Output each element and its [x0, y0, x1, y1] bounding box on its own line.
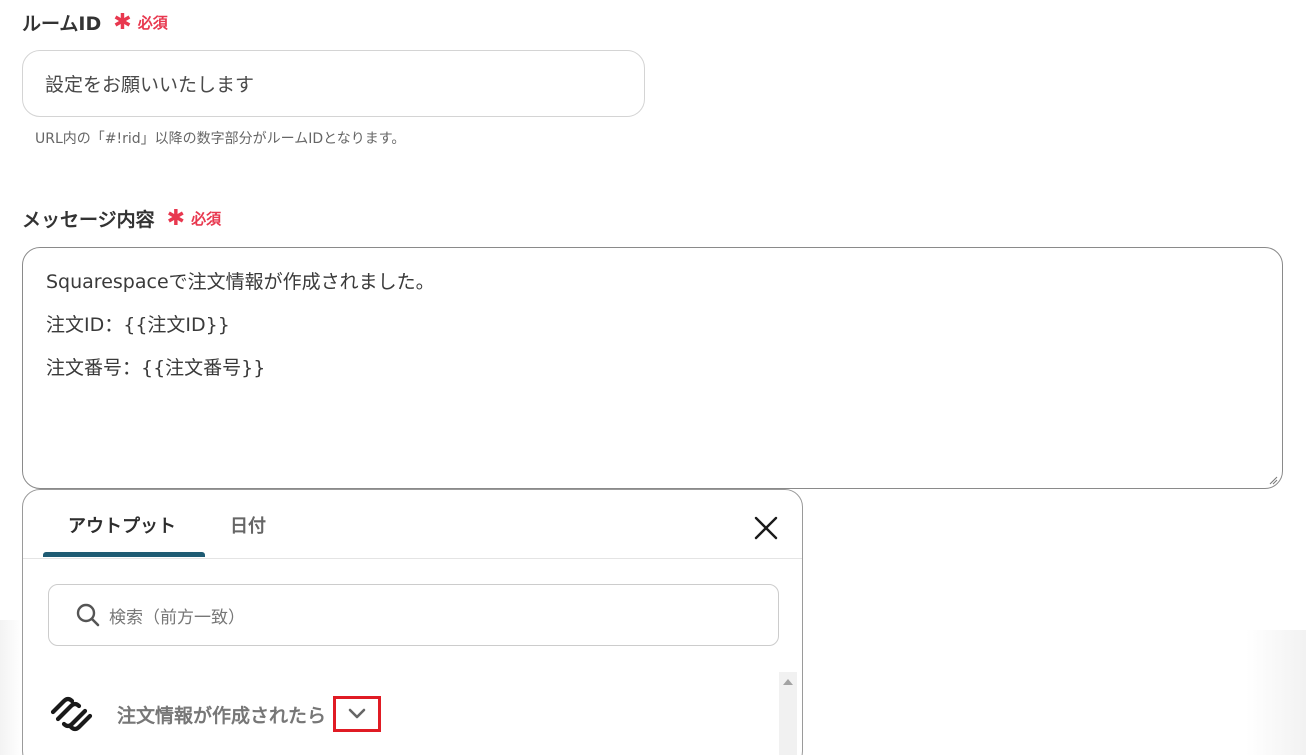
message-label: メッセージ内容 — [22, 209, 155, 231]
message-line: 注文ID：{{注文ID}} — [46, 314, 230, 336]
tab-date[interactable]: 日付 — [230, 512, 266, 538]
form-page: ルームID ✱ 必須 設定をお願いいたします URL内の「#!rid」以降の数字… — [0, 0, 1306, 755]
chevron-down-icon — [348, 708, 366, 719]
room-id-input[interactable]: 設定をお願いいたします — [22, 50, 645, 117]
required-badge: ✱ 必須 — [113, 9, 168, 35]
required-text: 必須 — [137, 14, 168, 32]
background-shade — [0, 620, 22, 755]
search-placeholder: 検索（前方一致） — [109, 607, 245, 628]
active-tab-indicator — [43, 552, 205, 557]
room-id-help-text: URL内の「#!rid」以降の数字部分がルームIDとなります。 — [35, 131, 406, 147]
panel-tabs: アウトプット 日付 — [23, 490, 802, 559]
required-text: 必須 — [191, 210, 222, 228]
room-id-label: ルームID — [22, 13, 102, 35]
room-id-value: 設定をお願いいたします — [45, 74, 255, 96]
message-line: Squarespaceで注文情報が作成されました。 — [46, 271, 435, 293]
close-icon[interactable] — [754, 516, 778, 540]
trigger-section-header[interactable]: 注文情報が作成されたら — [49, 696, 382, 732]
resize-handle-icon[interactable] — [1268, 475, 1278, 485]
room-id-label-row: ルームID ✱ 必須 — [22, 9, 168, 36]
required-asterisk-icon: ✱ — [113, 9, 132, 35]
required-badge: ✱ 必須 — [166, 205, 222, 231]
message-line: 注文番号：{{注文番号}} — [46, 357, 266, 379]
squarespace-logo-icon — [50, 696, 93, 732]
background-shade — [1246, 630, 1306, 755]
message-textarea[interactable]: Squarespaceで注文情報が作成されました。 注文ID：{{注文ID}} … — [22, 247, 1283, 489]
scroll-up-arrow-icon[interactable] — [783, 679, 793, 685]
search-input[interactable]: 検索（前方一致） — [48, 584, 779, 646]
expand-toggle-button[interactable] — [333, 696, 382, 732]
message-label-row: メッセージ内容 ✱ 必須 — [22, 205, 221, 232]
search-icon — [76, 603, 100, 627]
tab-output[interactable]: アウトプット — [68, 512, 176, 538]
output-picker-panel: アウトプット 日付 検索（前方一致） 注文情報が作成されたら — [22, 489, 803, 755]
section-title: 注文情報が作成されたら — [117, 704, 327, 727]
scrollbar[interactable] — [779, 672, 797, 755]
required-asterisk-icon: ✱ — [166, 205, 186, 231]
